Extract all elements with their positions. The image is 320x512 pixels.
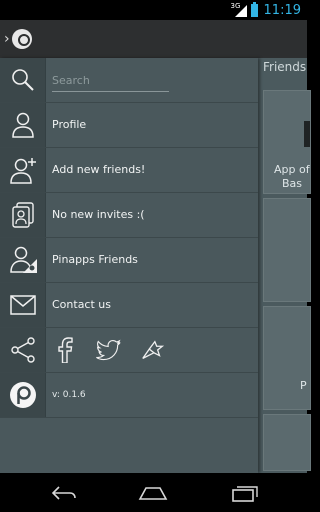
card-title: P <box>300 379 307 392</box>
card-subtitle: Bas <box>282 177 303 190</box>
app-logo-icon[interactable] <box>11 29 32 49</box>
system-navigation-bar <box>0 473 307 512</box>
signal-icon: 3G <box>231 2 247 17</box>
drawer-about-row: v: 0.1.6 <box>0 373 258 418</box>
card-title: App of <box>274 163 310 176</box>
drawer-item-pinapps-friends[interactable]: Pinapps Friends <box>0 238 258 283</box>
card-image <box>304 121 310 147</box>
pinapps-friends-icon <box>0 238 46 282</box>
friend-card[interactable]: P <box>263 306 311 410</box>
friend-card[interactable] <box>263 198 311 302</box>
drawer-item-add-friends[interactable]: Add new friends! <box>0 148 258 193</box>
back-icon[interactable] <box>44 479 84 507</box>
drawer-item-profile[interactable]: Profile <box>0 103 258 148</box>
recent-apps-icon[interactable] <box>225 479 265 507</box>
drawer-item-label: Add new friends! <box>52 163 146 176</box>
person-icon <box>0 103 46 147</box>
drawer-item-label: Contact us <box>52 298 111 311</box>
battery-icon <box>250 1 258 17</box>
chevron-left-icon[interactable]: › <box>4 31 10 47</box>
friend-card[interactable]: App of Bas <box>263 90 311 194</box>
pinapps-logo-icon <box>0 373 46 417</box>
clock: 11:19 <box>263 2 301 18</box>
drawer-share-row <box>0 328 258 373</box>
envelope-icon <box>0 283 46 327</box>
drawer-item-invites[interactable]: No new invites :( <box>0 193 258 238</box>
search-input[interactable] <box>52 70 169 92</box>
app-version: v: 0.1.6 <box>52 390 86 400</box>
drawer-item-contact[interactable]: Contact us <box>0 283 258 328</box>
twitter-icon[interactable] <box>96 336 122 364</box>
drawer-search-row <box>0 58 258 103</box>
navigation-drawer: Profile Add new friends! No new invites … <box>0 58 258 473</box>
search-icon <box>0 58 46 102</box>
person-add-icon <box>0 148 46 192</box>
friends-header: Friends <box>263 60 307 74</box>
drawer-item-label: Pinapps Friends <box>52 253 138 266</box>
status-bar: 3G 11:19 <box>0 0 307 20</box>
action-bar: › <box>0 20 307 58</box>
drawer-item-label: No new invites :( <box>52 208 145 221</box>
home-icon[interactable] <box>133 479 173 507</box>
facebook-icon[interactable] <box>52 336 78 364</box>
contacts-cards-icon <box>0 193 46 237</box>
friend-card[interactable] <box>263 414 311 471</box>
drawer-item-label: Profile <box>52 118 87 131</box>
pinapps-bird-icon[interactable] <box>140 336 166 364</box>
share-icon <box>0 328 46 372</box>
